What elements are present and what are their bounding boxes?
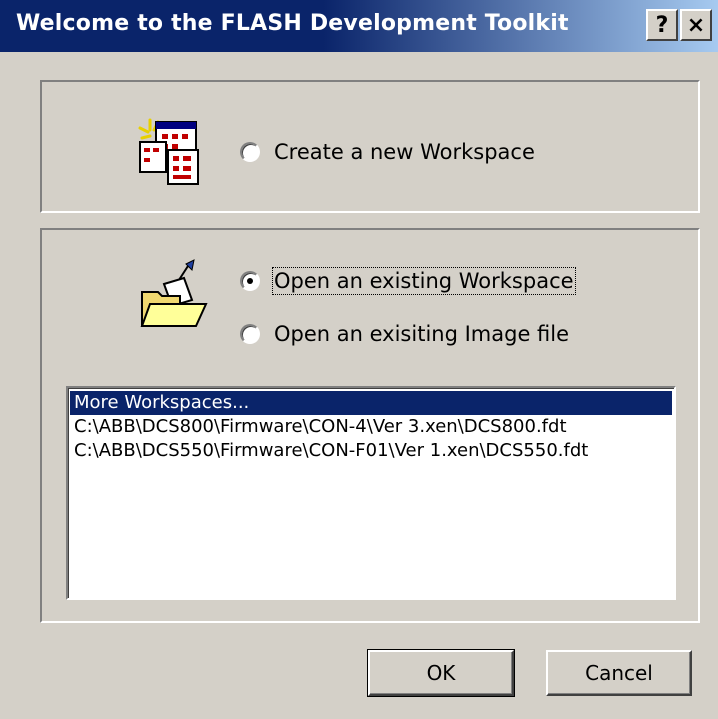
create-workspace-label: Create a new Workspace xyxy=(274,140,535,164)
open-workspace-label: Open an existing Workspace xyxy=(272,267,576,295)
create-workspace-radio[interactable] xyxy=(240,142,260,162)
window-title: Welcome to the FLASH Development Toolkit xyxy=(16,11,569,36)
list-item[interactable]: C:\ABB\DCS800\Firmware\CON-4\Ver 3.xen\D… xyxy=(70,415,672,439)
open-folder-icon xyxy=(140,259,208,327)
list-item[interactable]: C:\ABB\DCS550\Firmware\CON-F01\Ver 1.xen… xyxy=(70,439,672,463)
open-workspace-radio[interactable] xyxy=(240,271,260,291)
close-button[interactable]: × xyxy=(680,9,712,41)
help-button[interactable]: ? xyxy=(646,9,678,41)
open-image-option[interactable]: Open an exisiting Image file xyxy=(240,322,569,346)
welcome-dialog: Welcome to the FLASH Development Toolkit… xyxy=(0,0,718,719)
cancel-button[interactable]: Cancel xyxy=(546,650,692,696)
open-workspace-option[interactable]: Open an existing Workspace xyxy=(240,267,576,295)
new-workspace-icon xyxy=(138,118,199,185)
create-workspace-option[interactable]: Create a new Workspace xyxy=(240,140,535,164)
ok-button[interactable]: OK xyxy=(367,649,515,697)
open-image-radio[interactable] xyxy=(240,324,260,344)
list-item[interactable]: More Workspaces... xyxy=(70,391,672,415)
title-bar[interactable]: Welcome to the FLASH Development Toolkit… xyxy=(0,0,718,52)
open-image-label: Open an exisiting Image file xyxy=(274,322,570,346)
workspace-listbox[interactable]: More Workspaces... C:\ABB\DCS800\Firmwar… xyxy=(66,386,676,600)
